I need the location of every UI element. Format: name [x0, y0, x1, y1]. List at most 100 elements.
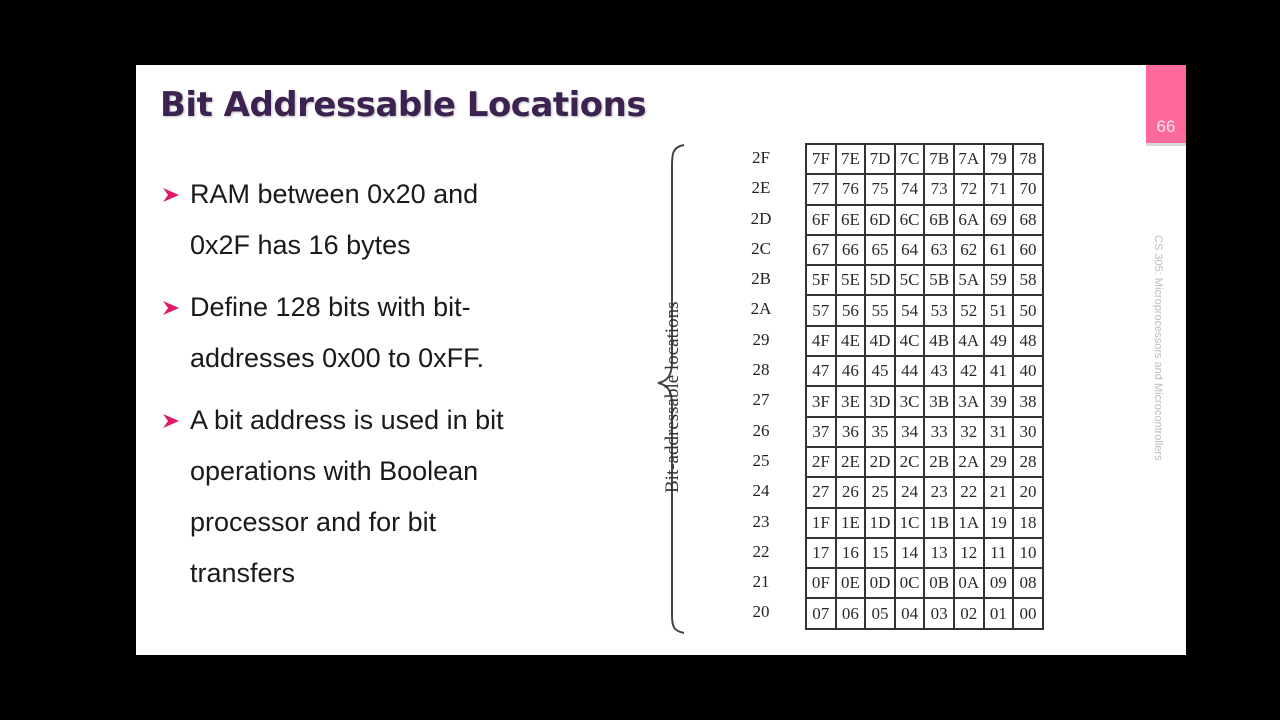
byte-address-label: 2C: [751, 238, 771, 258]
page-number: 66: [1156, 117, 1176, 136]
byte-address-label: 2E: [751, 178, 771, 198]
bit-cell: 38: [1012, 385, 1044, 418]
bit-cell: 59: [982, 264, 1015, 297]
bit-cell: 5E: [834, 264, 867, 297]
bullet-item: A bit address is used in bit operations w…: [160, 395, 540, 599]
arrow-bullet-icon: [163, 414, 179, 428]
bit-cell: 30: [1012, 415, 1044, 448]
bit-cell: 61: [982, 233, 1015, 267]
bit-cell: 73: [923, 173, 955, 206]
bullet-text-line: transfers: [190, 558, 296, 588]
bit-cell: 05: [864, 597, 896, 630]
bit-cell: 0A: [952, 567, 985, 600]
bit-cell: 04: [893, 597, 926, 630]
bit-cell: 41: [982, 355, 1015, 388]
bullet-list: RAM between 0x20 and 0x2F has 16 bytes Def…: [160, 169, 540, 610]
bit-cell: 1D: [864, 506, 896, 539]
byte-address-label: 24: [752, 481, 770, 501]
bit-cell: 33: [923, 415, 955, 448]
byte-address-label: 25: [752, 450, 770, 470]
bit-cell: 1A: [952, 506, 985, 539]
bit-cell: 57: [805, 294, 837, 327]
bullet-text-line: 0x2F has 16 bytes: [190, 230, 411, 260]
bit-cell: 5D: [864, 264, 896, 297]
bit-cell: 01: [982, 597, 1015, 630]
bit-cell: 6F: [805, 203, 837, 236]
bit-cell: 7F: [805, 142, 837, 176]
byte-address-label: 23: [752, 511, 770, 531]
bit-row: 47 46 45 44 43 42 41 40: [805, 355, 1044, 388]
bit-cell: 1F: [805, 506, 837, 539]
bit-row: 0F 0E 0D 0C 0B 0A 09 08: [805, 567, 1044, 600]
bit-cell: 56: [834, 294, 867, 327]
bit-cell: 26: [834, 476, 867, 509]
bit-cell: 39: [982, 385, 1015, 418]
bit-addressable-label: Bit-addressable locations: [662, 301, 683, 493]
byte-address-label: 2A: [750, 299, 772, 319]
bit-cell: 4C: [893, 324, 926, 358]
bullet-text-line: Define 128 bits with bit-: [190, 292, 471, 322]
bit-cell: 74: [893, 173, 926, 206]
bit-cell: 6B: [923, 203, 955, 236]
byte-address-label: 26: [752, 420, 770, 440]
bit-cell: 48: [1012, 324, 1044, 358]
bullet-text-line: A bit address is used in bit: [190, 405, 504, 435]
bit-cell: 7A: [952, 142, 985, 176]
bit-cell: 28: [1012, 445, 1044, 479]
bit-row: 37 36 35 34 33 32 31 30: [805, 415, 1044, 448]
bit-cell: 51: [982, 294, 1015, 327]
arrow-bullet-icon: [163, 188, 179, 202]
bit-cell: 34: [893, 415, 926, 448]
bit-cell: 2E: [834, 445, 867, 479]
bit-cell: 69: [982, 203, 1015, 236]
bit-cell: 13: [923, 536, 955, 570]
bit-cell: 6C: [893, 203, 926, 236]
bit-row: 7F 7E 7D 7C 7B 7A 79 78: [805, 142, 1044, 176]
bullet-text-line: operations with Boolean: [190, 456, 479, 486]
bit-cell: 17: [805, 536, 837, 570]
bit-cell: 42: [952, 355, 985, 388]
course-footer-text: CS 305: Microprocessors and Microcontrol…: [1152, 235, 1164, 461]
bit-cell: 3B: [923, 385, 955, 418]
bit-cell: 50: [1012, 294, 1044, 327]
bit-cell: 16: [834, 536, 867, 570]
bullet-text-line: RAM between 0x20 and: [190, 179, 479, 209]
byte-address-label: 28: [752, 360, 770, 380]
bit-cell: 75: [864, 173, 896, 206]
bit-cell: 4A: [952, 324, 985, 358]
bit-cell: 44: [893, 355, 926, 388]
bit-cell: 14: [893, 536, 926, 570]
bit-cell: 09: [982, 567, 1015, 600]
bit-cell: 19: [982, 506, 1015, 539]
bit-row: 1F 1E 1D 1C 1B 1A 19 18: [805, 506, 1044, 539]
bit-cell: 0E: [834, 567, 867, 600]
bullet-item: RAM between 0x20 and 0x2F has 16 bytes: [160, 169, 540, 271]
bit-cell: 3A: [952, 385, 985, 418]
bit-row: 6F 6E 6D 6C 6B 6A 69 68: [805, 203, 1044, 236]
bit-cell: 40: [1012, 355, 1044, 388]
bit-address-diagram: Bit-addressable locations 2F 2E 2D 2C 2B 2A 29…: [646, 142, 1066, 643]
bit-cell: 02: [952, 597, 985, 630]
bit-cell: 5F: [805, 264, 837, 297]
bit-row: 57 56 55 54 53 52 51 50: [805, 294, 1044, 327]
bit-cell: 36: [834, 415, 867, 448]
bit-cell: 71: [982, 173, 1015, 206]
bit-cell: 3F: [805, 385, 837, 418]
bit-cell: 47: [805, 355, 837, 388]
byte-address-label: 20: [752, 602, 770, 622]
bit-row: 4F 4E 4D 4C 4B 4A 49 48: [805, 324, 1044, 358]
bit-cell: 52: [952, 294, 985, 327]
bit-cell: 37: [805, 415, 837, 448]
bit-row: 07 06 05 04 03 02 01 00: [805, 597, 1044, 630]
bit-cell: 1C: [893, 506, 926, 539]
bit-cell: 25: [864, 476, 896, 509]
byte-address-label: 2F: [752, 148, 770, 167]
bit-cell: 29: [982, 445, 1015, 479]
bit-cell: 12: [952, 536, 985, 570]
bit-cell: 06: [834, 597, 867, 630]
bit-cell: 08: [1012, 567, 1044, 600]
bit-cell: 18: [1012, 506, 1044, 539]
bit-row: 17 16 15 14 13 12 11 10: [805, 536, 1044, 570]
page-number-tab: 66: [1146, 65, 1186, 143]
bit-cell: 3E: [834, 385, 867, 418]
